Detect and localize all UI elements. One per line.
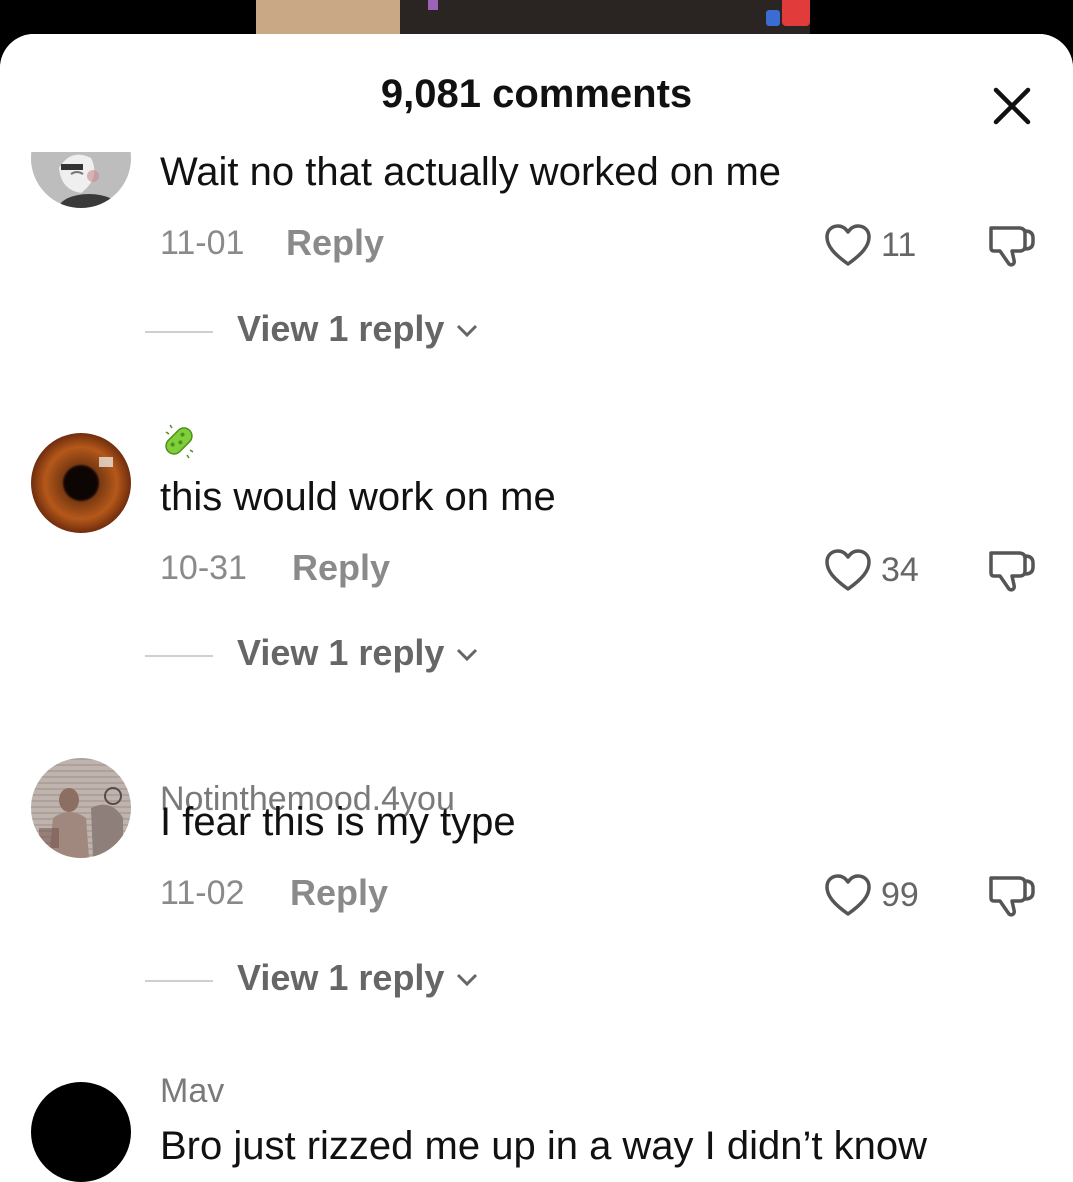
thumbs-down-icon[interactable] xyxy=(985,870,1035,920)
divider-line xyxy=(145,980,213,982)
comment-date: 10-31 xyxy=(160,549,247,587)
chevron-down-icon xyxy=(456,973,478,987)
like-count: 11 xyxy=(881,226,917,264)
avatar-image-icon xyxy=(31,433,131,533)
page-title: 9,081 comments xyxy=(380,72,693,116)
comment-text: Bro just rizzed me up in a way I didn’t … xyxy=(160,1124,928,1168)
microbe-emoji-icon xyxy=(165,424,194,459)
avatar[interactable] xyxy=(31,1082,131,1182)
chevron-down-icon xyxy=(456,324,478,338)
reply-button[interactable]: Reply xyxy=(286,222,384,264)
view-replies-label: View 1 reply xyxy=(237,632,445,673)
divider-line xyxy=(145,655,213,657)
like-count: 99 xyxy=(881,876,919,914)
reply-button[interactable]: Reply xyxy=(290,872,388,914)
video-frame-detail xyxy=(428,0,438,10)
video-frame-detail xyxy=(766,10,780,26)
comment-date: 11-02 xyxy=(160,874,245,912)
comment-date: 11-01 xyxy=(160,224,245,262)
heart-outline-icon[interactable] xyxy=(824,874,872,918)
close-icon[interactable] xyxy=(988,82,1036,130)
comment-text: I fear this is my type xyxy=(160,800,516,844)
heart-outline-icon[interactable] xyxy=(824,549,872,593)
comment-text: Wait no that actually worked on me xyxy=(160,150,782,194)
avatar-image-icon xyxy=(31,758,131,858)
heart-outline-icon[interactable] xyxy=(824,224,872,268)
thumbs-down-icon[interactable] xyxy=(985,545,1035,595)
divider-line xyxy=(145,331,213,333)
view-replies-label: View 1 reply xyxy=(237,957,445,998)
comments-sheet: Wait no that actually worked on me 11-01… xyxy=(0,34,1073,1182)
chevron-down-icon xyxy=(456,648,478,662)
video-frame-detail xyxy=(782,0,810,26)
like-count: 34 xyxy=(881,551,919,589)
comments-list[interactable]: Wait no that actually worked on me 11-01… xyxy=(0,34,1073,1182)
view-replies-label: View 1 reply xyxy=(237,308,445,349)
comment-username[interactable]: Mav xyxy=(160,1072,224,1111)
reply-button[interactable]: Reply xyxy=(292,547,390,589)
comment-text: this would work on me xyxy=(160,475,556,519)
avatar[interactable] xyxy=(31,433,131,533)
avatar[interactable] xyxy=(31,758,131,858)
comments-header: 9,081 comments xyxy=(0,34,1073,152)
thumbs-down-icon[interactable] xyxy=(985,220,1035,270)
